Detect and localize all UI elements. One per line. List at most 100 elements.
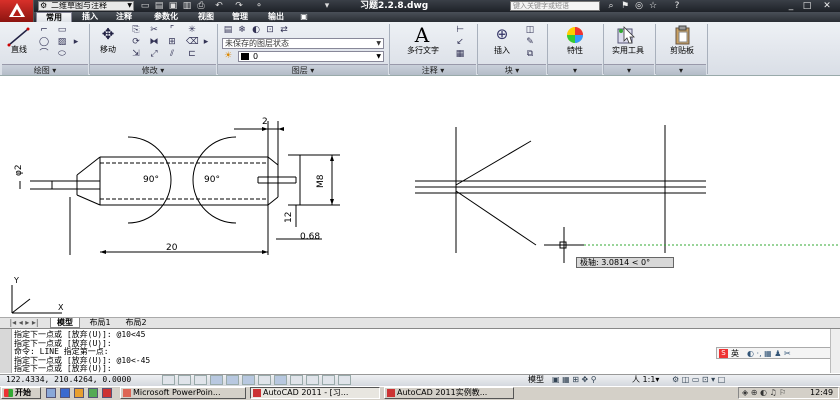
scale-icon[interactable]: ⤢ — [148, 49, 160, 59]
undo-icon[interactable]: ↶ — [212, 0, 226, 12]
new-icon[interactable]: ▭ — [138, 0, 152, 12]
draw-more-icon[interactable]: ▸ — [70, 37, 82, 47]
panel-title-utilities[interactable]: ▾ — [604, 64, 654, 75]
layer-match-icon[interactable]: ⇄ — [278, 25, 290, 35]
save-icon[interactable]: ▣ — [166, 0, 180, 12]
search-icon[interactable]: ⌕ — [604, 0, 618, 12]
start-button[interactable]: 开始 — [1, 387, 41, 399]
trim-icon[interactable]: ✂ — [148, 25, 160, 35]
tab-model[interactable]: 模型 — [50, 318, 80, 328]
current-layer-dropdown[interactable]: 0 ▼ — [238, 51, 384, 62]
panel-title-annotation[interactable]: 注释 ▾ — [390, 64, 476, 75]
copy-icon[interactable]: ⎘ — [130, 25, 142, 35]
rectangle-icon[interactable]: ▭ — [56, 25, 68, 35]
quicklaunch-app2-icon[interactable] — [102, 388, 112, 398]
panel-title-properties[interactable]: ▾ — [548, 64, 602, 75]
array-icon[interactable]: ⊞ — [166, 37, 178, 47]
clipboard-icon[interactable] — [674, 25, 692, 45]
favorites-icon[interactable]: ☆ — [646, 0, 660, 12]
quicklaunch-app-icon[interactable] — [88, 388, 98, 398]
redo-icon[interactable]: ↷ — [232, 0, 246, 12]
properties-icon[interactable] — [565, 26, 585, 44]
quicklaunch-ie-icon[interactable] — [60, 388, 70, 398]
offset-icon[interactable]: ⫽ — [166, 49, 178, 59]
dynamic-input-button[interactable] — [274, 375, 287, 385]
circle-icon[interactable]: ◯ — [38, 37, 50, 47]
quick-properties-button[interactable] — [322, 375, 335, 385]
lineweight-button[interactable] — [290, 375, 303, 385]
hatch-icon[interactable]: ▨ — [56, 37, 68, 47]
annotation-scale[interactable]: 人 1:1▾ — [632, 374, 659, 386]
command-line[interactable]: 指定下一点或 [放弃(U)]: — [14, 363, 614, 373]
table-icon[interactable]: ▦ — [454, 49, 466, 59]
model-space-button[interactable]: 模型 — [528, 374, 544, 386]
ribbon-toggle-icon[interactable]: ▣ — [296, 12, 312, 22]
ortho-mode-button[interactable] — [194, 375, 207, 385]
tab-layout1[interactable]: 布局1 — [84, 318, 116, 328]
help-icon[interactable]: ? — [670, 0, 684, 12]
panel-title-draw[interactable]: 绘图 ▾ — [2, 64, 88, 75]
create-block-icon[interactable]: ◫ — [524, 25, 536, 35]
subscription-icon[interactable]: ⚑ — [618, 0, 632, 12]
arc-icon[interactable]: ⌒ — [38, 49, 50, 59]
tab-view[interactable]: 视图 — [192, 12, 220, 22]
fillet-icon[interactable]: ⌜ — [166, 25, 178, 35]
status-tray-icons[interactable]: ⚙ ◫ ▭ ⊡ ▾ □ — [672, 374, 725, 386]
grid-mode-button[interactable] — [178, 375, 191, 385]
tab-annotate[interactable]: 注释 — [110, 12, 138, 22]
join-icon[interactable]: ⊏ — [186, 49, 198, 59]
insert-block-icon[interactable]: ⊕ — [492, 25, 512, 43]
panel-title-modify[interactable]: 修改 ▾ — [90, 64, 216, 75]
tab-output[interactable]: 输出 — [262, 12, 290, 22]
save-as-icon[interactable]: ▥ — [180, 0, 194, 12]
ucs-button[interactable] — [258, 375, 271, 385]
taskbar-autocad-tutorial[interactable]: AutoCAD 2011实例教... — [384, 387, 514, 399]
tray-icons[interactable]: ◈ ⊕ ◐ ♫ ⚐ — [742, 388, 786, 398]
dimension-icon[interactable]: ⊢ — [454, 25, 466, 35]
open-icon[interactable]: ▤ — [152, 0, 166, 12]
layer-state-dropdown[interactable]: 未保存的图层状态 ▼ — [222, 38, 384, 49]
utilities-icon[interactable] — [616, 25, 636, 45]
search-input[interactable]: 键入关键字或短语 — [510, 1, 600, 11]
stretch-icon[interactable]: ⇲ — [130, 49, 142, 59]
mirror-icon[interactable]: ⧓ — [148, 37, 160, 47]
object-snap-button[interactable] — [226, 375, 239, 385]
leader-icon[interactable]: ↙ — [454, 37, 466, 47]
selection-cycling-button[interactable] — [338, 375, 351, 385]
explode-icon[interactable]: ✳ — [186, 25, 198, 35]
customize-icon[interactable]: ▾ — [320, 0, 334, 12]
transparency-button[interactable] — [306, 375, 319, 385]
ime-toolbar[interactable]: S 英 ◐ ·, ▦ ♟ ✂ — [716, 347, 838, 359]
tab-layout2[interactable]: 布局2 — [120, 318, 152, 328]
attribute-icon[interactable]: ⧉ — [524, 49, 536, 59]
panel-title-layers[interactable]: 图层 ▾ — [218, 64, 388, 75]
command-scrollbar[interactable] — [830, 329, 840, 373]
panel-title-block[interactable]: 块 ▾ — [478, 64, 546, 75]
mtext-icon[interactable]: A — [410, 25, 434, 45]
object-snap-tracking-button[interactable] — [242, 375, 255, 385]
taskbar-powerpoint[interactable]: Microsoft PowerPoin... — [120, 387, 246, 399]
snap-mode-button[interactable] — [162, 375, 175, 385]
panel-title-clipboard[interactable]: ▾ — [656, 64, 706, 75]
layout-nav-arrows[interactable]: |◂ ◂ ▸ ▸| — [2, 318, 46, 328]
application-menu-button[interactable] — [0, 0, 34, 22]
quicklaunch-desktop-icon[interactable] — [46, 388, 56, 398]
rotate-icon[interactable]: ⟳ — [130, 37, 142, 47]
polar-tracking-button[interactable] — [210, 375, 223, 385]
quicklaunch-folder-icon[interactable] — [74, 388, 84, 398]
layer-freeze-icon[interactable]: ❄ — [236, 25, 248, 35]
communication-icon[interactable]: ◎ — [632, 0, 646, 12]
ellipse-icon[interactable]: ⬭ — [56, 49, 68, 59]
tab-parametric[interactable]: 参数化 — [146, 12, 186, 22]
coordinate-readout[interactable]: 122.4334, 210.4264, 0.0000 — [6, 374, 131, 386]
close-icon[interactable]: ✕ — [820, 0, 834, 12]
light-bulb-icon[interactable]: ☀ — [222, 51, 234, 61]
modify-more-icon[interactable]: ▸ — [200, 37, 212, 47]
command-window-handle[interactable] — [0, 329, 12, 373]
tab-manage[interactable]: 管理 — [226, 12, 254, 22]
ime-tools-icon[interactable]: ◐ ·, ▦ ♟ ✂ — [747, 348, 791, 359]
tab-insert[interactable]: 插入 — [76, 12, 104, 22]
polyline-icon[interactable]: ⌐ — [38, 25, 50, 35]
layer-properties-icon[interactable]: ▤ — [222, 25, 234, 35]
edit-block-icon[interactable]: ✎ — [524, 37, 536, 47]
